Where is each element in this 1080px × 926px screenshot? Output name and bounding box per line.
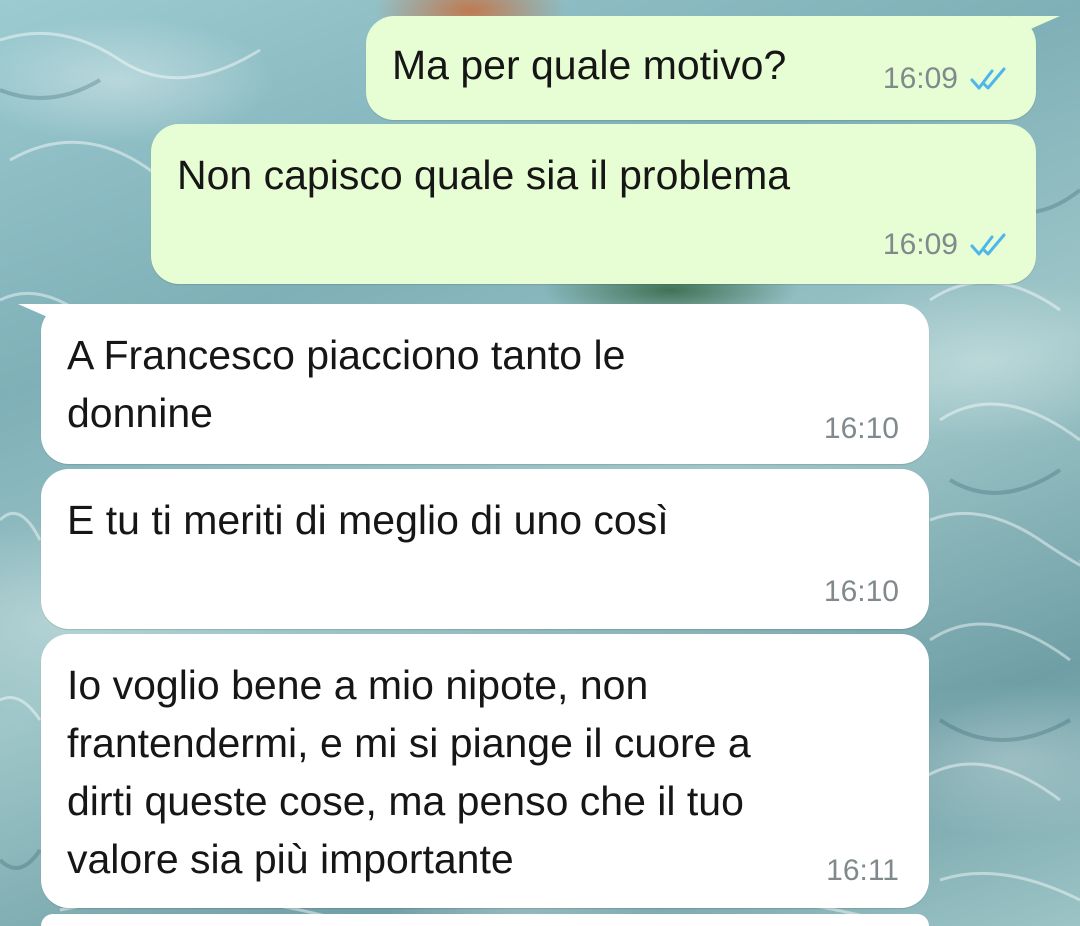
message-meta: 16:10 — [824, 412, 899, 446]
incoming-message-bubble-partial[interactable] — [41, 914, 929, 926]
message-meta: 16:09 — [883, 62, 1014, 96]
message-time: 16:10 — [823, 575, 899, 608]
message-text: E tu ti meriti di meglio di uno così — [67, 497, 669, 543]
incoming-message-bubble[interactable]: Io voglio bene a mio nipote, non franten… — [41, 634, 929, 908]
message-meta: 16:09 — [883, 228, 1014, 262]
double-check-read-icon — [970, 67, 1006, 90]
incoming-message-bubble[interactable]: A Francesco piacciono tanto le donnine 1… — [41, 304, 929, 464]
message-time: 16:11 — [826, 854, 899, 887]
message-text: Io voglio bene a mio nipote, non franten… — [67, 662, 751, 882]
message-meta: 16:11 — [826, 854, 899, 888]
outgoing-message-bubble[interactable]: Ma per quale motivo? 16:09 — [366, 16, 1036, 120]
message-text: Non capisco quale sia il problema — [177, 152, 791, 198]
message-text: A Francesco piacciono tanto le donnine — [67, 332, 626, 436]
message-time: 16:09 — [882, 62, 958, 95]
message-meta: 16:10 — [824, 575, 899, 609]
incoming-message-bubble[interactable]: E tu ti meriti di meglio di uno così 16:… — [41, 469, 929, 629]
double-check-read-icon — [970, 233, 1006, 256]
message-time: 16:10 — [823, 412, 899, 445]
message-time: 16:09 — [882, 228, 958, 261]
message-text: Ma per quale motivo? — [392, 42, 787, 88]
outgoing-message-bubble[interactable]: Non capisco quale sia il problema 16:09 — [151, 124, 1036, 284]
